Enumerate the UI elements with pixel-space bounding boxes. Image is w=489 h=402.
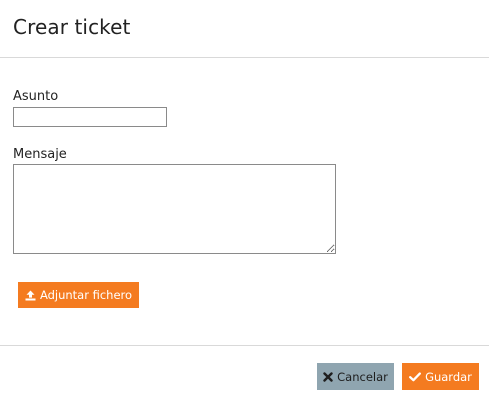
dialog-title: Crear ticket: [13, 15, 131, 39]
attach-file-label: Adjuntar fichero: [39, 288, 133, 302]
subject-label: Asunto: [13, 89, 59, 104]
check-icon: [409, 371, 422, 382]
save-label: Guardar: [425, 369, 472, 384]
create-ticket-dialog: Crear ticket Asunto Mensaje Adjuntar fic…: [0, 0, 489, 402]
footer-divider: [0, 345, 489, 346]
cancel-button[interactable]: Cancelar: [317, 363, 394, 390]
message-label: Mensaje: [13, 147, 67, 162]
subject-input[interactable]: [13, 107, 167, 127]
message-textarea[interactable]: [13, 164, 336, 254]
upload-icon: [25, 290, 36, 301]
dialog-header: Crear ticket: [0, 0, 489, 58]
cancel-label: Cancelar: [337, 369, 388, 384]
save-button[interactable]: Guardar: [402, 363, 479, 390]
attach-file-button[interactable]: Adjuntar fichero: [18, 282, 139, 308]
close-icon: [323, 371, 333, 382]
